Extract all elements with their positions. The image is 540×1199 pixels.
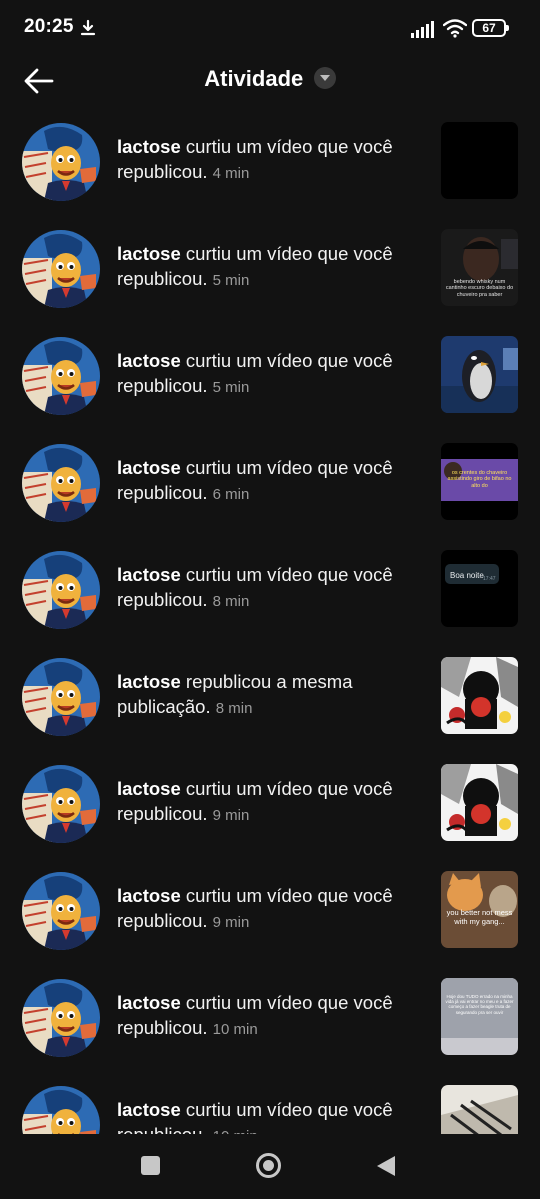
activity-text: lactose curtiu um vídeo que você republi…	[117, 883, 422, 935]
activity-time: 6 min	[212, 486, 250, 503]
avatar[interactable]	[22, 658, 100, 736]
activity-text: lactose curtiu um vídeo que você republi…	[117, 776, 422, 828]
avatar[interactable]	[22, 123, 100, 201]
username[interactable]: lactose	[117, 885, 181, 906]
activity-item[interactable]: lactose curtiu um vídeo que você republi…	[0, 758, 540, 865]
video-thumbnail[interactable]: Hoje dou TUDO errado na minha vida já va…	[441, 978, 518, 1055]
activity-item[interactable]: lactose curtiu um vídeo que você republi…	[0, 330, 540, 437]
activity-time: 9 min	[212, 914, 250, 931]
avatar[interactable]	[22, 872, 100, 950]
home-button[interactable]	[256, 1153, 281, 1178]
caret-down-icon	[313, 67, 336, 89]
recents-button[interactable]	[141, 1156, 160, 1175]
activity-time: 5 min	[212, 272, 250, 289]
activity-text: lactose curtiu um vídeo que você republi…	[117, 455, 422, 507]
avatar[interactable]	[22, 337, 100, 415]
title-dropdown[interactable]: Atividade	[0, 66, 540, 92]
activity-screen: 20:25 67 Atividade lactose curtiu um víd…	[0, 0, 540, 1199]
activity-text: lactose curtiu um vídeo que você republi…	[117, 990, 422, 1042]
username[interactable]: lactose	[117, 136, 181, 157]
activity-item[interactable]: lactose curtiu um vídeo que você republi…	[0, 544, 540, 651]
username[interactable]: lactose	[117, 778, 181, 799]
back-button[interactable]	[376, 1155, 396, 1177]
username[interactable]: lactose	[117, 243, 181, 264]
avatar[interactable]	[22, 230, 100, 308]
system-nav-bar	[0, 1134, 540, 1199]
avatar[interactable]	[22, 979, 100, 1057]
activity-time: 9 min	[212, 807, 250, 824]
activity-text: lactose curtiu um vídeo que você republi…	[117, 241, 422, 293]
video-thumbnail[interactable]	[441, 1085, 518, 1134]
activity-time: 10 min	[212, 1021, 258, 1038]
activity-list: lactose curtiu um vídeo que você republi…	[0, 116, 540, 1134]
username[interactable]: lactose	[117, 992, 181, 1013]
page-title: Atividade	[204, 66, 304, 91]
status-time: 20:25	[24, 16, 74, 37]
activity-time: 5 min	[212, 379, 250, 396]
username[interactable]: lactose	[117, 350, 181, 371]
video-thumbnail[interactable]: Boa noite 17:47	[441, 550, 518, 627]
avatar[interactable]	[22, 444, 100, 522]
activity-text: lactose curtiu um vídeo que você republi…	[117, 348, 422, 400]
activity-item[interactable]: lactose republicou a mesma publicação. 8…	[0, 651, 540, 758]
activity-text: lactose republicou a mesma publicação. 8…	[117, 669, 422, 721]
video-thumbnail[interactable]: bebendo whisky num cantinho escuro debai…	[441, 229, 518, 306]
video-thumbnail[interactable]	[441, 122, 518, 199]
video-thumbnail[interactable]	[441, 657, 518, 734]
activity-text: lactose curtiu um vídeo que você republi…	[117, 134, 422, 186]
username[interactable]: lactose	[117, 564, 181, 585]
wifi-icon	[443, 19, 467, 38]
header: Atividade	[0, 58, 540, 106]
status-bar: 20:25 67	[0, 0, 540, 58]
signal-icon	[411, 21, 434, 38]
avatar[interactable]	[22, 1086, 100, 1134]
activity-item[interactable]: lactose curtiu um vídeo que você republi…	[0, 1079, 540, 1134]
avatar[interactable]	[22, 765, 100, 843]
activity-text: lactose curtiu um vídeo que você republi…	[117, 1097, 422, 1134]
svg-text:17:47: 17:47	[483, 576, 496, 582]
video-thumbnail[interactable]	[441, 336, 518, 413]
activity-item[interactable]: lactose curtiu um vídeo que você republi…	[0, 116, 540, 223]
username[interactable]: lactose	[117, 457, 181, 478]
activity-item[interactable]: lactose curtiu um vídeo que você republi…	[0, 865, 540, 972]
username[interactable]: lactose	[117, 671, 181, 692]
video-thumbnail[interactable]: os crentes do chaveiro assistindo giro d…	[441, 443, 518, 520]
activity-item[interactable]: lactose curtiu um vídeo que você republi…	[0, 972, 540, 1079]
activity-time: 8 min	[212, 593, 250, 610]
svg-text:Boa noite: Boa noite	[450, 571, 484, 580]
battery-icon: 67	[472, 19, 509, 37]
video-thumbnail[interactable]: you better not mess with my gang...	[441, 871, 518, 948]
username[interactable]: lactose	[117, 1099, 181, 1120]
activity-time: 8 min	[215, 700, 253, 717]
activity-time: 4 min	[212, 165, 250, 182]
video-thumbnail[interactable]	[441, 764, 518, 841]
activity-item[interactable]: lactose curtiu um vídeo que você republi…	[0, 223, 540, 330]
activity-item[interactable]: lactose curtiu um vídeo que você republi…	[0, 437, 540, 544]
activity-text: lactose curtiu um vídeo que você republi…	[117, 562, 422, 614]
download-icon	[80, 19, 96, 36]
avatar[interactable]	[22, 551, 100, 629]
